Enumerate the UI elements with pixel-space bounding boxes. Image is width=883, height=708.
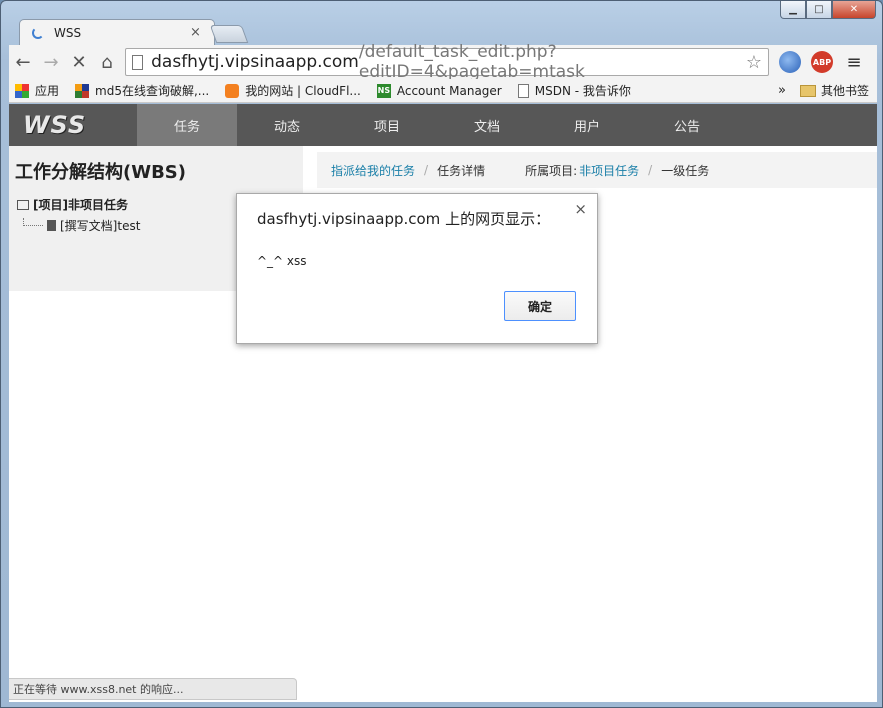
adblock-extension-icon[interactable]: ABP <box>811 51 833 73</box>
stop-button[interactable]: ✕ <box>65 48 93 76</box>
bookmark-msdn[interactable]: MSDN - 我告诉你 <box>517 82 631 99</box>
site-nav: WSS 任务 动态 项目 文档 用户 公告 <box>9 104 877 146</box>
task-level: 一级任务 <box>661 163 710 178</box>
tree-child-label: [撰写文档]test <box>60 219 141 233</box>
tab-wss[interactable]: WSS × <box>19 19 215 45</box>
apps-icon <box>15 83 29 98</box>
url-host: dasfhytj.vipsinaapp.com <box>151 52 359 72</box>
ok-button[interactable]: 确定 <box>504 291 576 321</box>
url-path: /default_task_edit.php?editID=4&pagetab=… <box>358 42 585 82</box>
browser-toolbar: ← → ✕ ⌂ dasfhytj.vipsinaapp.com/default_… <box>9 42 877 82</box>
breadcrumb-detail: 任务详情 <box>437 163 486 178</box>
more-bookmarks-button[interactable]: » <box>778 83 786 98</box>
project-label: 所属项目: <box>525 163 578 178</box>
browser-window: ▁ □ ✕ WSS × ← → ✕ ⌂ dasfhytj.vipsinaapp.… <box>0 0 883 708</box>
nav-projects[interactable]: 项目 <box>337 104 437 146</box>
bookmark-cloudflare[interactable]: 我的网站 | CloudFl... <box>225 82 361 99</box>
status-bar: 正在等待 www.xss8.net 的响应... <box>9 678 297 700</box>
close-window-button[interactable]: ✕ <box>832 1 876 19</box>
back-button[interactable]: ← <box>9 48 37 76</box>
breadcrumb: 指派给我的任务 / 任务详情 所属项目: 非项目任务 / 一级任务 <box>317 152 877 188</box>
tab-title: WSS <box>54 25 82 40</box>
page-icon <box>517 83 529 98</box>
tree-connector <box>23 217 43 226</box>
bookmarks-bar: 应用 md5在线查询破解,... 我的网站 | CloudFl... NS Acc… <box>9 79 877 103</box>
tree-root-label: [项目]非项目任务 <box>33 198 128 212</box>
breadcrumb-assigned-link[interactable]: 指派给我的任务 <box>331 162 415 179</box>
ns-icon: NS <box>376 83 391 98</box>
nav-users[interactable]: 用户 <box>537 104 637 146</box>
new-tab-button[interactable] <box>209 25 249 43</box>
nav-documents[interactable]: 文档 <box>437 104 537 146</box>
menu-icon[interactable]: ≡ <box>843 51 865 73</box>
md5-site-icon <box>75 83 90 98</box>
page-icon <box>132 54 144 70</box>
bookmark-apps[interactable]: 应用 <box>15 82 59 99</box>
minimize-button[interactable]: ▁ <box>780 1 806 19</box>
home-button[interactable]: ⌂ <box>93 48 121 76</box>
window-controls: ▁ □ ✕ <box>780 1 876 19</box>
bookmark-account-manager[interactable]: NS Account Manager <box>376 83 502 98</box>
project-link[interactable]: 非项目任务 <box>579 162 639 179</box>
forward-button[interactable]: → <box>37 48 65 76</box>
file-icon <box>47 220 56 231</box>
tab-close-icon[interactable]: × <box>190 25 206 40</box>
sitemap-icon <box>17 199 29 210</box>
address-bar[interactable]: dasfhytj.vipsinaapp.com/default_task_edi… <box>125 42 769 82</box>
maximize-button[interactable]: □ <box>806 1 832 19</box>
cloudflare-icon <box>225 83 240 98</box>
dialog-title: dasfhytj.vipsinaapp.com 上的网页显示： <box>257 210 551 228</box>
folder-icon <box>799 84 816 97</box>
bookmark-md5[interactable]: md5在线查询破解,... <box>75 82 209 99</box>
globe-extension-icon[interactable] <box>779 51 801 73</box>
nav-announcements[interactable]: 公告 <box>637 104 737 146</box>
dialog-close-icon[interactable]: × <box>574 200 587 218</box>
bookmarks-overflow: » 其他书签 <box>778 82 869 99</box>
nav-activity[interactable]: 动态 <box>237 104 337 146</box>
breadcrumb-separator: / <box>424 163 429 177</box>
loading-spinner-icon <box>32 26 44 39</box>
sidebar-title: 工作分解结构(WBS) <box>15 162 186 183</box>
nav-tasks[interactable]: 任务 <box>137 104 237 146</box>
site-logo[interactable]: WSS <box>9 104 137 146</box>
bookmark-star-icon[interactable]: ☆ <box>746 52 762 73</box>
alert-dialog: × dasfhytj.vipsinaapp.com 上的网页显示： ^_^ xs… <box>236 193 598 344</box>
breadcrumb-separator: / <box>648 163 653 177</box>
other-bookmarks-folder[interactable]: 其他书签 <box>821 82 869 99</box>
dialog-message: ^_^ xss <box>257 254 307 268</box>
